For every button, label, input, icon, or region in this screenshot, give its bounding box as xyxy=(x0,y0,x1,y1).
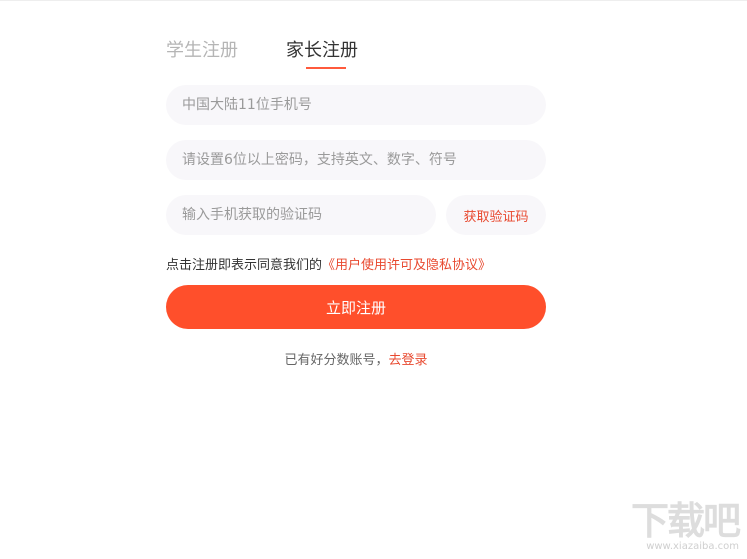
watermark-url: www.xiazaiba.com xyxy=(646,541,739,552)
watermark-logo: 下载吧 xyxy=(630,499,741,543)
top-divider xyxy=(0,0,747,1)
agreement-prefix: 点击注册即表示同意我们的 xyxy=(166,258,323,273)
register-tabs: 学生注册 家长注册 xyxy=(166,38,546,70)
get-code-button[interactable]: 获取验证码 xyxy=(446,195,546,235)
phone-input[interactable] xyxy=(166,85,546,125)
login-prompt: 已有好分数账号，去登录 xyxy=(166,349,546,368)
active-tab-underline xyxy=(306,67,346,69)
password-input[interactable] xyxy=(166,140,546,180)
login-link[interactable]: 去登录 xyxy=(389,353,428,368)
tab-parent-register[interactable]: 家长注册 xyxy=(286,38,358,69)
agreement-link[interactable]: 《用户使用许可及隐私协议》 xyxy=(322,258,491,273)
register-button[interactable]: 立即注册 xyxy=(166,285,546,329)
tab-student-register[interactable]: 学生注册 xyxy=(166,38,238,64)
verification-code-input[interactable] xyxy=(166,195,436,235)
login-prefix: 已有好分数账号， xyxy=(284,353,389,368)
agreement-text: 点击注册即表示同意我们的《用户使用许可及隐私协议》 xyxy=(166,254,491,273)
watermark: 下载吧 www.xiazaiba.com xyxy=(630,499,741,553)
